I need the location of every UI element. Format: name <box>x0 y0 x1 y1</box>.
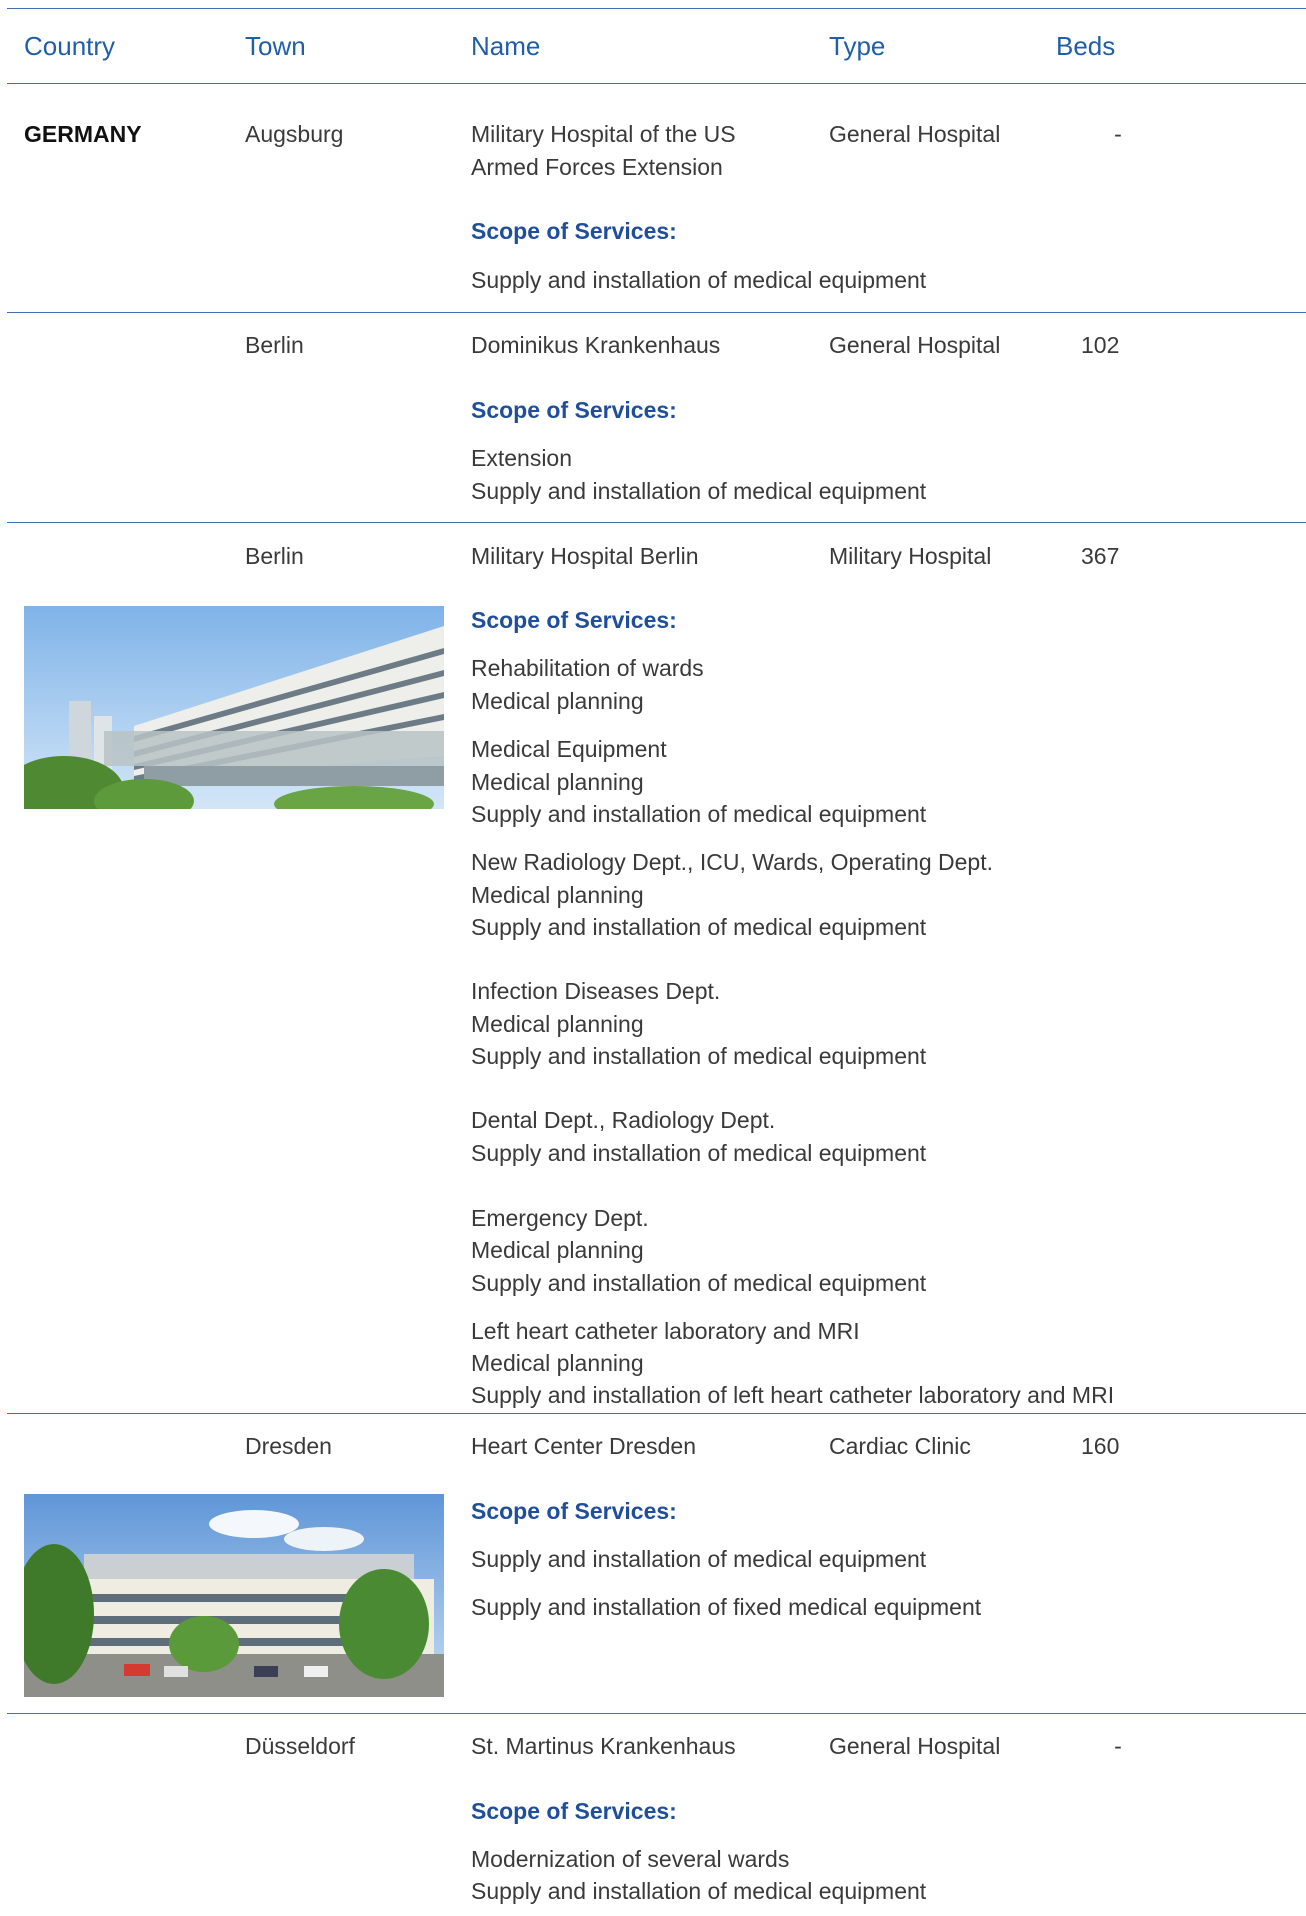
scope-line: Medical planning <box>471 688 644 714</box>
scope-line: Emergency Dept. <box>471 1205 649 1231</box>
scope-line: Supply and installation of left heart ca… <box>471 1382 1115 1408</box>
header-rule <box>7 83 1306 84</box>
scope-label: Scope of Services: <box>471 1498 677 1524</box>
name-cell: Armed Forces Extension <box>471 154 723 180</box>
header-beds: Beds <box>1056 31 1116 61</box>
hospital-building-photo-drawing <box>24 1494 444 1697</box>
scope-line: Medical planning <box>471 1350 644 1376</box>
scope-line: Supply and installation of fixed medical… <box>471 1594 982 1620</box>
beds-cell: - <box>1114 121 1122 147</box>
header-name: Name <box>471 31 541 61</box>
scope-line: Medical planning <box>471 1011 644 1037</box>
hospital-building-photo <box>24 1494 444 1697</box>
type-cell: Cardiac Clinic <box>829 1433 971 1459</box>
header-town: Town <box>245 31 306 61</box>
top-rule <box>7 8 1306 9</box>
type-cell: Military Hospital <box>829 543 992 569</box>
hospital-building-photo <box>24 606 444 809</box>
scope-line: Supply and installation of medical equip… <box>471 1270 927 1296</box>
country-cell: GERMANY <box>24 121 142 147</box>
reference-list: Country Town Name Type Beds GERMANY Augs… <box>0 0 1306 1916</box>
scope-line: Infection Diseases Dept. <box>471 978 721 1004</box>
town-cell: Dresden <box>245 1433 332 1459</box>
town-cell: Düsseldorf <box>245 1733 355 1759</box>
type-cell: General Hospital <box>829 121 1001 147</box>
name-cell: Military Hospital of the US <box>471 121 736 147</box>
scope-line: Supply and installation of medical equip… <box>471 267 927 293</box>
scope-line: Left heart catheter laboratory and MRI <box>471 1318 860 1344</box>
scope-line: New Radiology Dept., ICU, Wards, Operati… <box>471 849 993 875</box>
scope-line: Modernization of several wards <box>471 1846 790 1872</box>
scope-line: Supply and installation of medical equip… <box>471 478 927 504</box>
header-type: Type <box>829 31 886 61</box>
scope-line: Supply and installation of medical equip… <box>471 1140 927 1166</box>
beds-cell: 160 <box>1081 1433 1120 1459</box>
scope-line: Medical planning <box>471 1237 644 1263</box>
type-cell: General Hospital <box>829 332 1001 358</box>
header-country: Country <box>24 31 116 61</box>
type-cell: General Hospital <box>829 1733 1001 1759</box>
scope-line: Supply and installation of medical equip… <box>471 801 927 827</box>
scope-label: Scope of Services: <box>471 1798 677 1824</box>
scope-line: Medical Equipment <box>471 736 667 762</box>
beds-cell: - <box>1114 1733 1122 1759</box>
scope-line: Supply and installation of medical equip… <box>471 1878 927 1904</box>
scope-line: Medical planning <box>471 769 644 795</box>
row-rule <box>7 522 1306 523</box>
beds-cell: 102 <box>1081 332 1120 358</box>
name-cell: Military Hospital Berlin <box>471 543 699 569</box>
row-rule <box>7 1713 1306 1714</box>
name-cell: St. Martinus Krankenhaus <box>471 1733 736 1759</box>
scope-line: Supply and installation of medical equip… <box>471 1546 927 1572</box>
scope-line: Extension <box>471 445 573 471</box>
town-cell: Berlin <box>245 332 304 358</box>
scope-label: Scope of Services: <box>471 218 677 244</box>
scope-line: Supply and installation of medical equip… <box>471 914 927 940</box>
scope-line: Supply and installation of medical equip… <box>471 1043 927 1069</box>
scope-line: Rehabilitation of wards <box>471 655 704 681</box>
beds-cell: 367 <box>1081 543 1120 569</box>
row-rule <box>7 1413 1306 1414</box>
name-cell: Heart Center Dresden <box>471 1433 696 1459</box>
name-cell: Dominikus Krankenhaus <box>471 332 721 358</box>
scope-line: Medical planning <box>471 882 644 908</box>
hospital-building-photo-drawing <box>24 606 444 809</box>
scope-line: Dental Dept., Radiology Dept. <box>471 1107 776 1133</box>
scope-label: Scope of Services: <box>471 397 677 423</box>
town-cell: Berlin <box>245 543 304 569</box>
row-rule <box>7 312 1306 313</box>
scope-label: Scope of Services: <box>471 607 677 633</box>
town-cell: Augsburg <box>245 121 344 147</box>
